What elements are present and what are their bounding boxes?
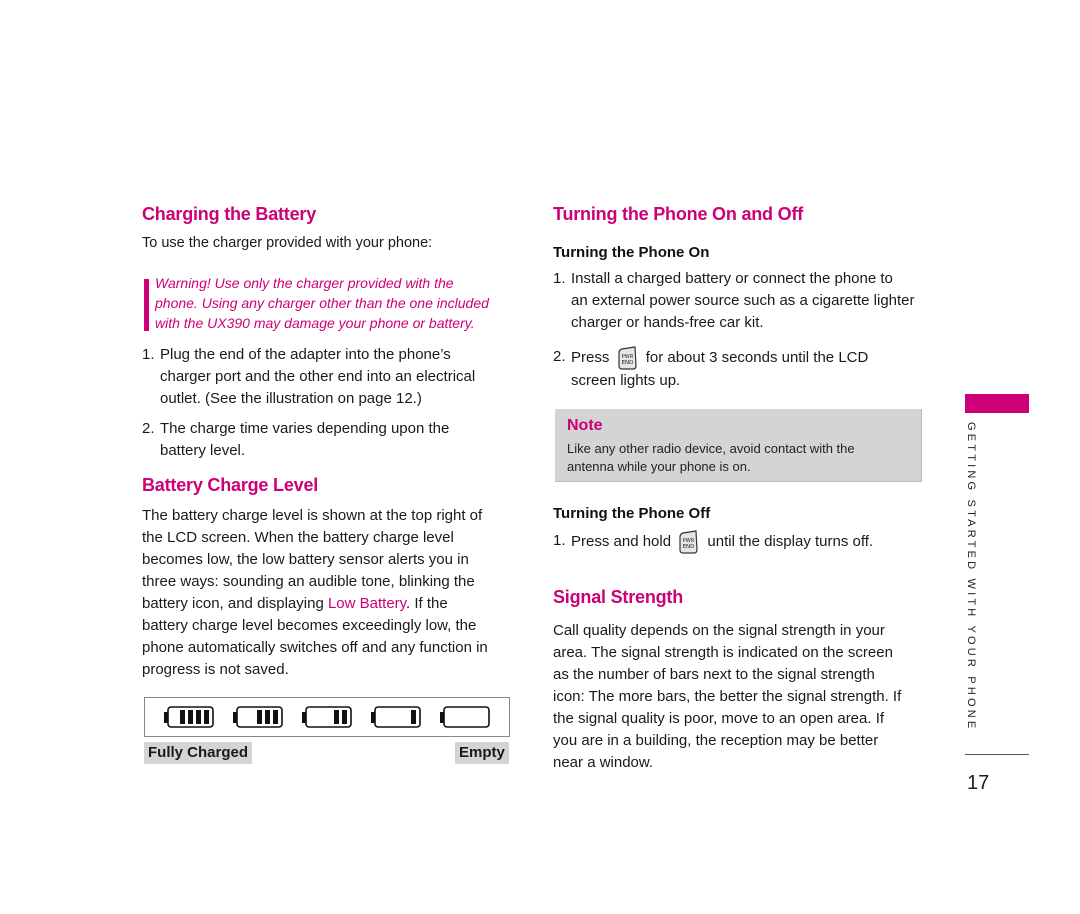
turning-on-steps: 1. Install a charged battery or connect … — [553, 268, 933, 392]
warning-line: phone. Using any charger other than the … — [155, 295, 489, 311]
low-battery-highlight: Low Battery — [327, 595, 407, 612]
battery-bar — [333, 710, 339, 724]
fully-charged-label: Fully Charged — [144, 742, 253, 764]
battery-charge-level-heading: Battery Charge Level — [142, 475, 319, 495]
battery-bar — [265, 710, 271, 724]
step-number: 1. — [553, 532, 566, 549]
paragraph-line: battery charge level becomes exceedingly… — [142, 617, 477, 634]
battery-low-icon — [370, 706, 421, 728]
warning-text: Warning! Use only the charger provided w… — [155, 273, 515, 333]
charging-step-2: 2. The charge time varies depending upon… — [142, 418, 512, 462]
battery-bar — [196, 710, 202, 724]
charging-step-1: 1. Plug the end of the adapter into the … — [142, 344, 512, 410]
battery-bar — [180, 710, 186, 724]
battery-bar — [188, 710, 194, 724]
note-line: Like any other radio device, avoid conta… — [567, 441, 855, 456]
step-line: an external power source such as a cigar… — [571, 292, 915, 309]
signal-strength-heading: Signal Strength — [553, 587, 684, 607]
battery-three-quarter-icon — [233, 706, 283, 728]
paragraph-line: battery icon, and displaying Low Battery… — [142, 593, 517, 615]
paragraph-line: as the number of bars next to the signal… — [553, 666, 875, 683]
turning-phone-on-subheading: Turning the Phone On — [553, 244, 710, 261]
page-number-rule — [965, 754, 1029, 755]
charging-steps: 1. Plug the end of the adapter into the … — [142, 344, 512, 462]
power-end-key-icon: PWR END — [679, 530, 698, 554]
step-number: 2. — [142, 420, 155, 437]
text-run: Press — [571, 348, 610, 366]
paragraph-line: Call quality depends on the signal stren… — [553, 622, 885, 639]
warning-bar — [144, 279, 149, 331]
battery-bar — [410, 710, 416, 724]
step-line: charger port and the other end into an e… — [160, 368, 476, 385]
battery-full-icon — [164, 706, 215, 728]
step-line: Install a charged battery or connect the… — [571, 270, 893, 287]
step-line: battery level. — [160, 442, 246, 459]
battery-bar — [273, 710, 279, 724]
battery-bar — [341, 710, 347, 724]
warning-line: Warning! Use only the charger provided w… — [155, 275, 454, 291]
text-run: until the display turns off. — [707, 532, 874, 550]
turning-on-step-2: 2. Press PWR END for about 3 seconds unt… — [553, 346, 933, 392]
battery-bar — [204, 710, 210, 724]
step-line: outlet. (See the illustration on page 12… — [160, 390, 422, 407]
battery-outline — [442, 706, 490, 728]
section-tab-marker — [965, 394, 1029, 413]
signal-strength-paragraph: Call quality depends on the signal stren… — [553, 620, 933, 774]
paragraph-line: phone automatically switches off and any… — [142, 639, 488, 656]
turning-off-step-1: 1. Press and hold PWR END until the disp… — [553, 530, 933, 554]
step-line: screen lights up. — [571, 372, 681, 389]
battery-empty-icon — [439, 706, 490, 728]
step-line: charger or hands-free car kit. — [571, 314, 764, 331]
warning-line: with the UX390 may damage your phone or … — [155, 315, 475, 331]
paragraph-line: area. The signal strength is indicated o… — [553, 644, 893, 661]
battery-levels-panel — [144, 697, 510, 737]
paragraph-line: The battery charge level is shown at the… — [142, 507, 483, 524]
paragraph-line: three ways: sounding an audible tone, bl… — [142, 573, 475, 590]
step-line: The charge time varies depending upon th… — [160, 420, 450, 437]
note-line: antenna while your phone is on. — [567, 459, 751, 474]
paragraph-line: you are in a building, the reception may… — [553, 732, 879, 749]
paragraph-line: progress is not saved. — [142, 661, 289, 678]
charging-battery-heading: Charging the Battery — [142, 204, 317, 224]
page-number: 17 — [967, 772, 990, 794]
note-box: Note Like any other radio device, avoid … — [555, 409, 922, 482]
turning-phone-on-off-heading: Turning the Phone On and Off — [553, 204, 804, 224]
turning-on-step-1: 1. Install a charged battery or connect … — [553, 268, 933, 334]
note-text: Like any other radio device, avoid conta… — [567, 440, 855, 476]
step-number: 1. — [142, 346, 155, 363]
paragraph-line: near a window. — [553, 754, 654, 771]
text-run: Press and hold — [571, 532, 672, 550]
paragraph-line: becomes low, the low battery sensor aler… — [142, 551, 469, 568]
paragraph-line: icon: The more bars, the better the sign… — [553, 688, 902, 705]
text-run: for about 3 seconds until the LCD — [645, 348, 869, 366]
power-end-key-icon: PWR END — [617, 346, 637, 370]
note-title: Note — [567, 417, 603, 434]
battery-half-icon — [301, 706, 352, 728]
paragraph-line: the signal quality is poor, move to an o… — [553, 710, 885, 727]
step-line: Press PWR END for about 3 seconds until … — [571, 346, 868, 370]
charging-intro: To use the charger provided with your ph… — [142, 235, 433, 251]
text-run: . If the — [406, 595, 448, 612]
battery-level-paragraph: The battery charge level is shown at the… — [142, 505, 517, 681]
step-number: 2. — [553, 348, 566, 365]
battery-bar — [257, 710, 263, 724]
key-label-bottom: END — [621, 360, 633, 366]
step-number: 1. — [553, 270, 566, 287]
step-line: Plug the end of the adapter into the pho… — [160, 346, 451, 363]
key-label-bottom: END — [683, 544, 695, 550]
turning-phone-off-subheading: Turning the Phone Off — [553, 505, 711, 522]
text-run: battery icon, and displaying — [142, 595, 328, 612]
paragraph-line: the LCD screen. When the battery charge … — [142, 529, 454, 546]
empty-label: Empty — [455, 742, 509, 764]
section-label: GETTING STARTED WITH YOUR PHONE — [965, 422, 977, 732]
